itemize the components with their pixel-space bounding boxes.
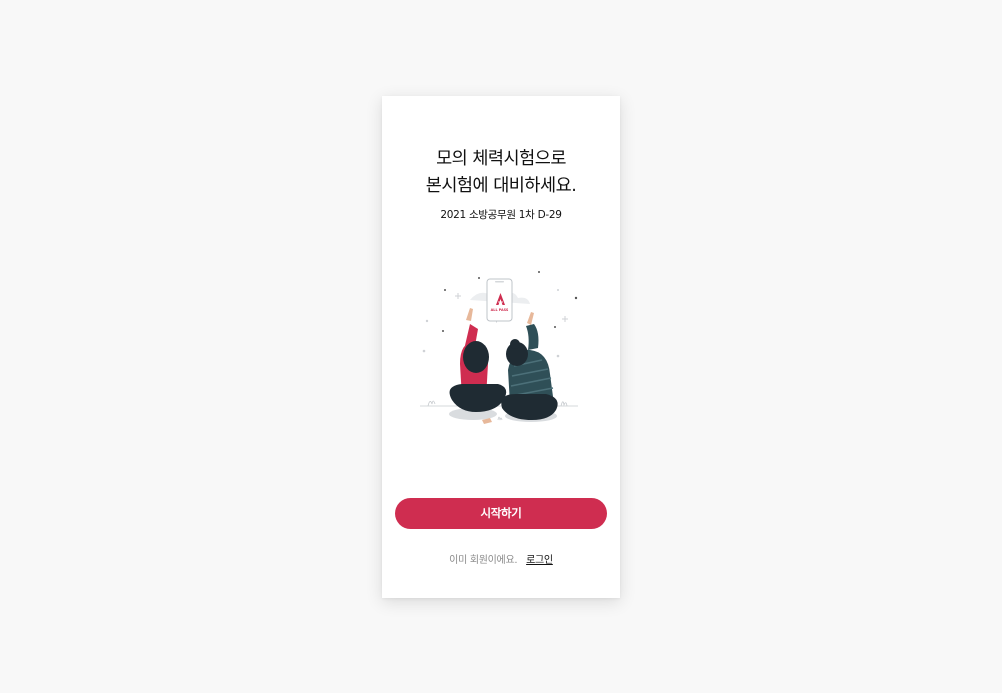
exam-countdown: 2021 소방공무원 1차 D-29	[440, 209, 562, 221]
people-pointing-at-phone-illustration: ALL PASS	[420, 271, 578, 424]
login-prompt-row: 이미 회원이에요. 로그인	[382, 551, 620, 566]
phone-icon: ALL PASS	[486, 278, 513, 322]
login-link[interactable]: 로그인	[526, 555, 553, 566]
woman-figure	[449, 308, 507, 424]
title-line-1: 모의 체력시험으로	[436, 149, 566, 169]
title-line-2: 본시험에 대비하세요.	[425, 176, 577, 196]
onboarding-card: 모의 체력시험으로 본시험에 대비하세요. 2021 소방공무원 1차 D-29…	[382, 96, 620, 598]
member-prompt-text: 이미 회원이에요.	[449, 555, 518, 566]
svg-text:ALL PASS: ALL PASS	[491, 308, 509, 312]
man-figure	[501, 312, 558, 420]
start-button[interactable]: 시작하기	[395, 498, 607, 529]
page-title: 모의 체력시험으로 본시험에 대비하세요.	[382, 146, 620, 200]
